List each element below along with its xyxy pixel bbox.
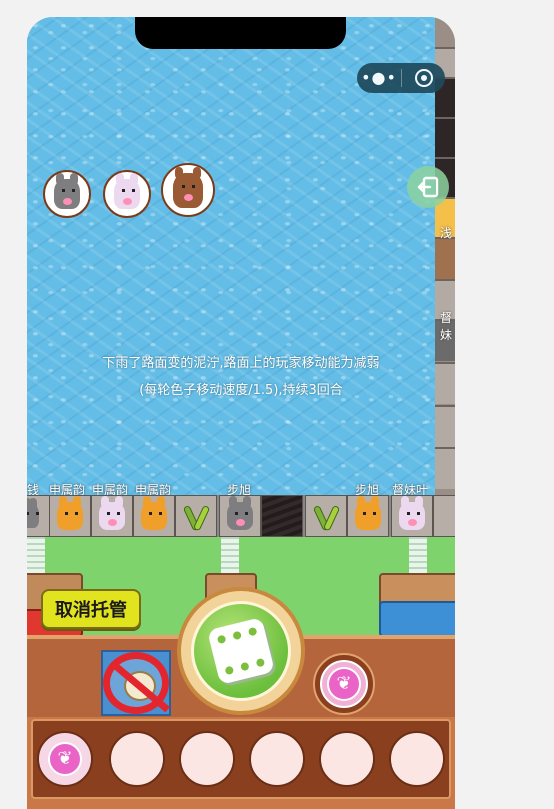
plant-icon <box>311 501 341 531</box>
exit-game-button[interactable] <box>407 166 449 208</box>
road-cell <box>433 495 455 537</box>
feather-prop-icon: ❦ <box>48 742 82 776</box>
event-message-line-1: 下雨了路面变的泥泞,路面上的玩家移动能力减弱 <box>102 356 380 371</box>
cancel-auto-play-button[interactable]: 取消托管 <box>41 589 141 629</box>
road-cell <box>133 495 175 537</box>
road-cell-mud <box>261 495 303 537</box>
roll-dice-button[interactable] <box>177 587 305 715</box>
road-cell-plant <box>305 495 347 537</box>
inventory-slot-2[interactable] <box>109 731 165 787</box>
inventory-slot-5[interactable] <box>319 731 375 787</box>
right-player-label-2: 督妹 <box>440 311 453 342</box>
road-cell <box>219 495 261 537</box>
road-cell <box>49 495 91 537</box>
road-cell <box>91 495 133 537</box>
player-avatar-cow[interactable] <box>43 170 91 218</box>
right-player-label-1: 浅 <box>440 226 453 240</box>
inventory-slot-6[interactable] <box>389 731 445 787</box>
event-message-line-2: (每轮色子移动速度/1.5),持续3回合 <box>139 383 343 398</box>
target-circle-icon[interactable] <box>402 69 445 87</box>
disabled-item-card[interactable] <box>101 650 171 716</box>
phone-notch <box>135 17 346 49</box>
mini-program-capsule: •●• <box>357 63 445 93</box>
egg-icon <box>124 671 156 701</box>
inventory-slot-3[interactable] <box>179 731 235 787</box>
plant-icon <box>181 501 211 531</box>
road-cell <box>391 495 433 537</box>
player-avatar-monkey[interactable] <box>161 163 215 217</box>
inventory-slot-4[interactable] <box>249 731 305 787</box>
player-avatar-rabbit[interactable] <box>103 170 151 218</box>
road-cell-plant <box>175 495 217 537</box>
exit-icon <box>417 176 439 198</box>
road-cell <box>27 495 51 537</box>
road-cell <box>347 495 389 537</box>
right-road-column <box>435 17 455 537</box>
prop-button[interactable]: ❦ <box>313 653 375 715</box>
feather-prop-icon: ❦ <box>327 667 361 701</box>
inventory-slot-1[interactable]: ❦ <box>37 731 93 787</box>
game-screen: 浅 督妹 •●• 下雨了路面变的泥泞,路面上的玩家移动能力减弱 (每轮色子移动速… <box>27 17 455 809</box>
dice-icon <box>207 617 275 685</box>
road-row <box>27 495 455 537</box>
more-dots-icon[interactable]: •●• <box>357 63 401 93</box>
inventory-tray <box>31 719 451 799</box>
no-entry-icon <box>103 652 169 714</box>
